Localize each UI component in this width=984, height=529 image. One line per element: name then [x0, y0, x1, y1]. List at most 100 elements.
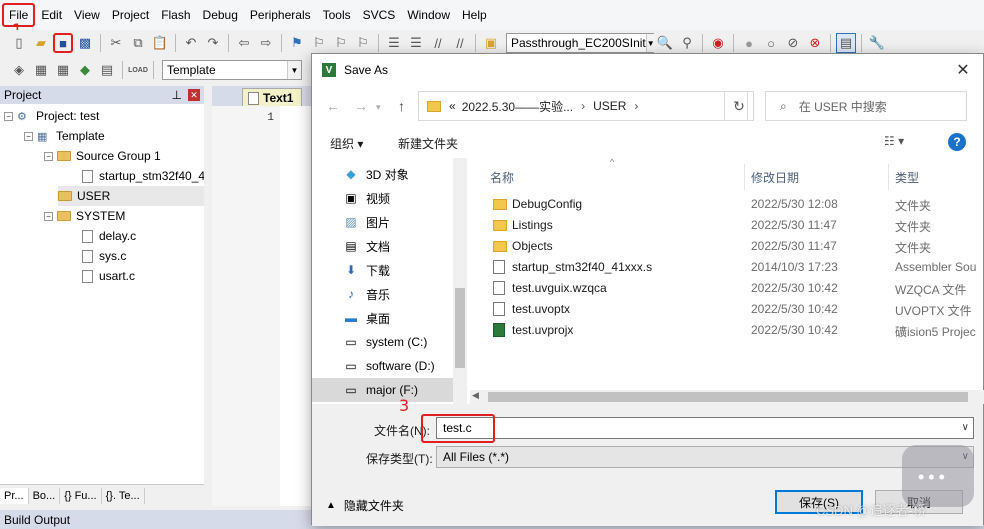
save-icon[interactable]: ■ — [53, 33, 73, 53]
debug-session-icon[interactable]: ◉ — [708, 33, 728, 53]
breadcrumb-parent[interactable]: 2022.5.30——实验... — [462, 98, 573, 115]
pin-icon[interactable]: ⊥ — [172, 88, 182, 102]
menu-edit[interactable]: Edit — [35, 6, 68, 24]
scrollbar-thumb[interactable] — [455, 288, 465, 368]
configure-icon[interactable]: 🔧 — [867, 33, 887, 53]
breadcrumb-current[interactable]: USER — [593, 99, 626, 113]
tree-item-project[interactable]: − ⚙ Project: test — [4, 106, 99, 126]
close-icon[interactable]: ✕ — [953, 60, 973, 80]
search-input[interactable]: ⌕ 在 USER 中搜索 — [765, 91, 967, 121]
chevron-down-icon[interactable]: ∨ — [962, 422, 969, 433]
nav-item-videos[interactable]: ▣ 视频 — [312, 186, 454, 210]
download-icon[interactable]: LOAD — [128, 60, 148, 80]
up-arrow-icon[interactable]: ↑ — [398, 98, 405, 114]
menu-flash[interactable]: Flash — [155, 6, 196, 24]
file-row[interactable]: test.uvprojx 2022/5/30 10:42 礦ision5 Pro… — [490, 320, 984, 341]
breakpoint-icon[interactable]: ● — [739, 33, 759, 53]
forward-arrow-icon[interactable]: → — [354, 98, 368, 114]
tab-books[interactable]: Bo... — [29, 487, 61, 504]
stop-build-icon[interactable]: ▤ — [97, 60, 117, 80]
column-divider[interactable] — [744, 164, 745, 190]
file-row[interactable]: Objects 2022/5/30 11:47 文件夹 — [490, 236, 984, 257]
indent-icon[interactable]: ☰ — [384, 33, 404, 53]
file-row[interactable]: Listings 2022/5/30 11:47 文件夹 — [490, 215, 984, 236]
column-name[interactable]: 名称 — [490, 164, 514, 190]
nav-item-drive-f[interactable]: ▭ major (F:) — [312, 378, 454, 402]
nav-item-drive-d[interactable]: ▭ software (D:) — [312, 354, 454, 378]
uncomment-icon[interactable]: // — [450, 33, 470, 53]
comment-icon[interactable]: // — [428, 33, 448, 53]
chevron-right-icon[interactable]: › — [581, 99, 585, 113]
scrollbar-thumb[interactable] — [488, 392, 968, 402]
menu-peripherals[interactable]: Peripherals — [244, 6, 317, 24]
view-options-icon[interactable]: ☷ ▾ — [884, 134, 904, 148]
nav-item-desktop[interactable]: ▬ 桌面 — [312, 306, 454, 330]
file-list-scrollbar[interactable]: ◀ — [470, 390, 984, 404]
file-row[interactable]: test.uvguix.wzqca 2022/5/30 10:42 WZQCA … — [490, 278, 984, 299]
prev-bookmark-icon[interactable]: ⚐ — [309, 33, 329, 53]
collapse-icon[interactable]: − — [4, 111, 13, 121]
clear-bookmarks-icon[interactable]: ⚐ — [353, 33, 373, 53]
nav-item-drive-c[interactable]: ▭ system (C:) — [312, 330, 454, 354]
file-row[interactable]: DebugConfig 2022/5/30 12:08 文件夹 — [490, 194, 984, 215]
find-icon[interactable]: 🔍 — [655, 33, 675, 53]
chevron-right-icon[interactable]: › — [634, 99, 638, 113]
editor-tab-text1[interactable]: Text1 — [242, 88, 303, 106]
tab-templates[interactable]: {}. Te... — [102, 487, 145, 504]
organize-menu[interactable]: 组织 ▾ — [330, 135, 363, 152]
back-arrow-icon[interactable]: ← — [326, 98, 340, 114]
file-row[interactable]: startup_stm32f40_41xxx.s 2014/10/3 17:23… — [490, 257, 984, 278]
nav-item-downloads[interactable]: ⬇ 下载 — [312, 258, 454, 282]
rebuild-icon[interactable]: ▦ — [53, 60, 73, 80]
undo-icon[interactable]: ↶ — [181, 33, 201, 53]
tree-item-system[interactable]: − SYSTEM — [44, 206, 125, 226]
tab-project[interactable]: Pr... — [0, 487, 29, 504]
tree-item-template[interactable]: − ▦ Template — [24, 126, 105, 146]
filetype-select[interactable]: All Files (*.*) ∨ — [436, 446, 974, 468]
target-combo[interactable]: Passthrough_EC200SInit ▼ — [506, 33, 655, 53]
translate-icon[interactable]: ◈ — [9, 60, 29, 80]
hide-folders-toggle[interactable]: ▲ 隐藏文件夹 — [326, 497, 404, 514]
nav-pane-scrollbar[interactable] — [453, 158, 467, 404]
find-in-files-icon[interactable]: ▣ — [481, 33, 501, 53]
menu-view[interactable]: View — [68, 6, 106, 24]
menu-svcs[interactable]: SVCS — [357, 6, 402, 24]
tree-item-delay[interactable]: delay.c — [82, 226, 136, 246]
menu-help[interactable]: Help — [456, 6, 493, 24]
nav-forward-icon[interactable]: ⇨ — [256, 33, 276, 53]
close-icon[interactable]: ✕ — [188, 89, 200, 101]
batch-build-icon[interactable]: ◆ — [75, 60, 95, 80]
unindent-icon[interactable]: ☰ — [406, 33, 426, 53]
menu-window[interactable]: Window — [401, 6, 456, 24]
tree-item-usart[interactable]: usart.c — [82, 266, 135, 286]
new-file-icon[interactable]: ▯ — [9, 33, 29, 53]
tree-item-startup-file[interactable]: startup_stm32f40_4 — [82, 166, 205, 186]
open-file-icon[interactable]: ▰ — [31, 33, 51, 53]
disable-all-breakpoints-icon[interactable]: ⊘ — [783, 33, 803, 53]
bookmark-icon[interactable]: ⚑ — [287, 33, 307, 53]
tree-item-source-group[interactable]: − Source Group 1 — [44, 146, 161, 166]
column-divider[interactable] — [888, 164, 889, 190]
next-bookmark-icon[interactable]: ⚐ — [331, 33, 351, 53]
tab-functions[interactable]: {} Fu... — [60, 487, 102, 504]
incremental-find-icon[interactable]: ⚲ — [677, 33, 697, 53]
tree-item-sys[interactable]: sys.c — [82, 246, 126, 266]
collapse-icon[interactable]: − — [44, 151, 53, 161]
disable-breakpoint-icon[interactable]: ○ — [761, 33, 781, 53]
pane-splitter[interactable] — [204, 86, 212, 506]
editor-body[interactable]: 1 — [212, 106, 322, 506]
scroll-left-icon[interactable]: ◀ — [472, 390, 479, 401]
recent-chevron-icon[interactable]: ▾ — [376, 102, 381, 113]
redo-icon[interactable]: ↷ — [203, 33, 223, 53]
build-icon[interactable]: ▦ — [31, 60, 51, 80]
refresh-button[interactable]: ↻ — [724, 91, 754, 121]
window-layout-icon[interactable]: ▤ — [836, 33, 856, 53]
nav-item-music[interactable]: ♪ 音乐 — [312, 282, 454, 306]
build-target-select[interactable]: Template ▼ — [162, 60, 302, 80]
nav-item-3d-objects[interactable]: ◆ 3D 对象 — [312, 162, 454, 186]
filename-input[interactable]: test.c ∨ — [436, 417, 974, 439]
column-date[interactable]: 修改日期 — [751, 164, 799, 190]
menu-project[interactable]: Project — [106, 6, 155, 24]
breadcrumb-overflow[interactable]: « — [449, 99, 456, 113]
help-icon[interactable]: ? — [948, 133, 966, 151]
